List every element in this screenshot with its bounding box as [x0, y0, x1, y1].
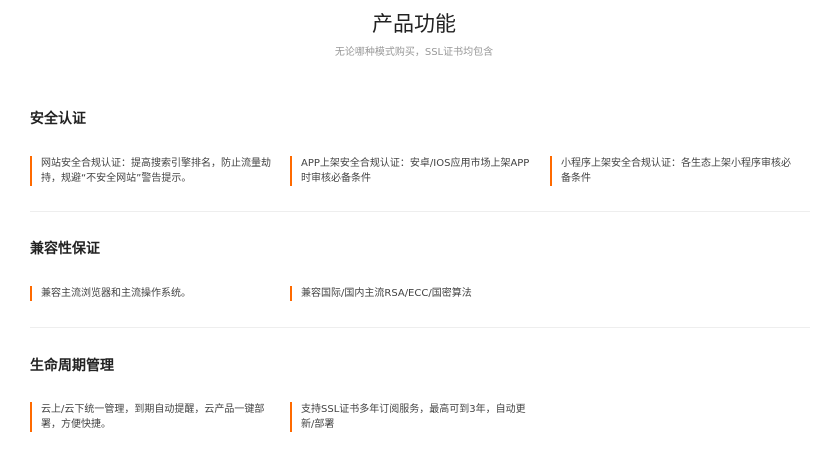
feature-item: 网站安全合规认证：提高搜索引擎排名，防止流量劫持，规避“不安全网站”警告提示。 [30, 156, 276, 186]
page-title: 产品功能 [372, 12, 456, 36]
feature-item: 小程序上架安全合规认证：各生态上架小程序审核必备条件 [550, 156, 796, 186]
feature-item: APP上架安全合规认证：安卓/IOS应用市场上架APP时审核必备条件 [290, 156, 536, 186]
section-divider [30, 211, 810, 212]
section-title-lifecycle: 生命周期管理 [30, 358, 114, 374]
section-title-compatibility: 兼容性保证 [30, 241, 100, 257]
feature-item: 云上/云下统一管理，到期自动提醒，云产品一键部署，方便快捷。 [30, 402, 276, 432]
product-features-page: 产品功能 无论哪种模式购买，SSL证书均包含 安全认证 网站安全合规认证：提高搜… [0, 0, 828, 472]
section-title-security: 安全认证 [30, 111, 86, 127]
page-subtitle: 无论哪种模式购买，SSL证书均包含 [334, 47, 494, 58]
feature-item: 兼容国际/国内主流RSA/ECC/国密算法 [290, 286, 536, 301]
feature-item: 支持SSL证书多年订阅服务，最高可到3年，自动更新/部署 [290, 402, 536, 432]
section-divider [30, 327, 810, 328]
feature-item: 兼容主流浏览器和主流操作系统。 [30, 286, 276, 301]
